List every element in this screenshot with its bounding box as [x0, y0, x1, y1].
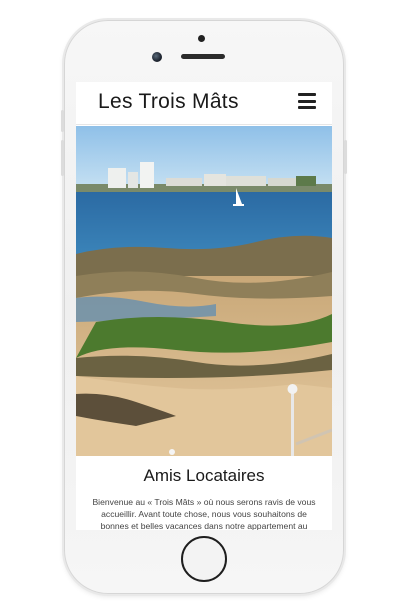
phone-screen: Les Trois Mâts Amis Locataires Bienvenue…	[76, 82, 332, 530]
power-button	[344, 140, 347, 174]
front-camera	[152, 52, 162, 62]
volume-button	[61, 110, 64, 132]
front-sensor	[198, 35, 205, 42]
site-header: Les Trois Mâts	[76, 82, 332, 125]
welcome-text: Bienvenue au « Trois Mâts » où nous sero…	[92, 497, 316, 530]
section-heading: Amis Locataires	[143, 466, 265, 485]
intro-section: Amis Locataires Bienvenue au « Trois Mât…	[76, 456, 332, 530]
earpiece-speaker	[181, 54, 225, 59]
site-title[interactable]: Les Trois Mâts	[98, 90, 239, 114]
hero-image	[76, 126, 332, 456]
home-button[interactable]	[181, 536, 227, 582]
volume-button	[61, 140, 64, 176]
hamburger-menu-icon[interactable]	[298, 93, 316, 109]
